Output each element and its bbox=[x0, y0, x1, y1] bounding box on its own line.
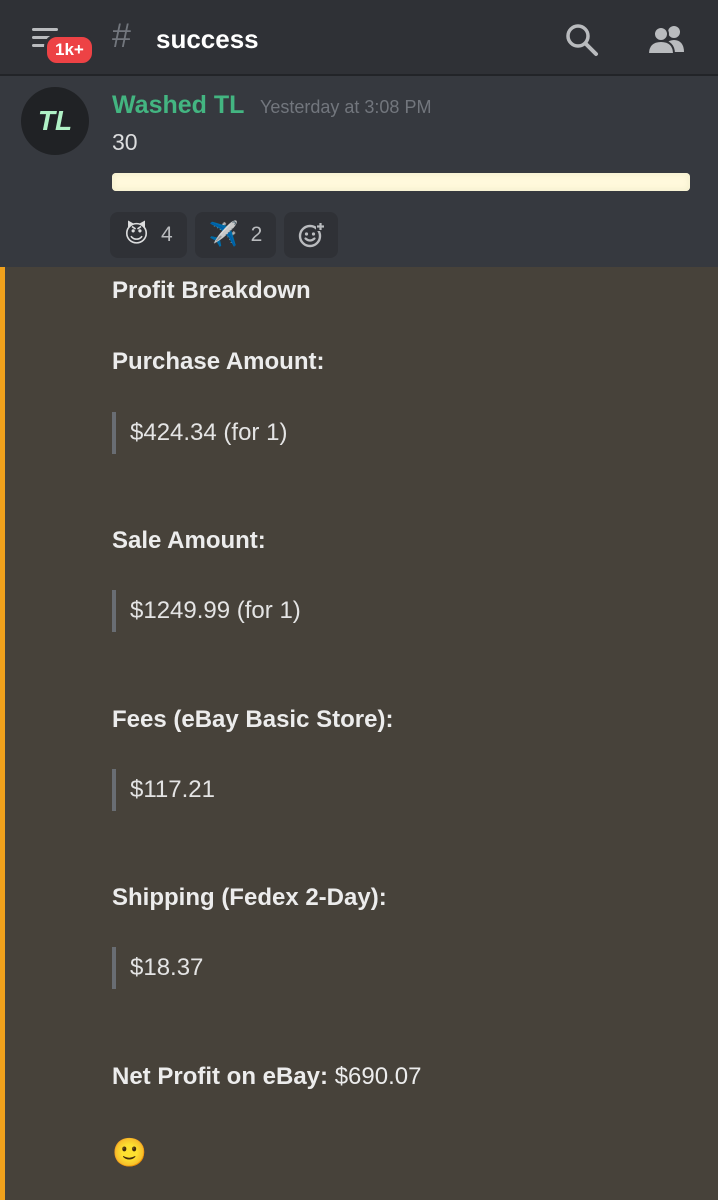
reactions-row: 😈 4 ✈️ 2 bbox=[110, 212, 339, 258]
field-label-fees: Fees (eBay Basic Store): bbox=[112, 706, 394, 733]
author-name[interactable]: Washed TL bbox=[112, 90, 244, 120]
message-text: 30 bbox=[112, 129, 138, 155]
channel-name: success bbox=[156, 24, 259, 54]
redacted-link bbox=[112, 173, 690, 191]
embed-accent-bar bbox=[0, 267, 5, 1200]
embed-title: Profit Breakdown bbox=[112, 277, 311, 304]
smile-emoji-icon: 🙂 bbox=[112, 1137, 147, 1168]
search-icon[interactable] bbox=[562, 20, 602, 60]
field-value-fees: $117.21 bbox=[112, 769, 215, 811]
field-value-sale: $1249.99 (for 1) bbox=[112, 590, 301, 632]
field-label-sale: Sale Amount: bbox=[112, 527, 266, 554]
message-timestamp: Yesterday at 3:08 PM bbox=[260, 97, 432, 117]
devil-emoji-icon: 😈 bbox=[124, 221, 150, 248]
channel-hash-icon: # bbox=[112, 17, 131, 55]
add-reaction-icon[interactable] bbox=[284, 212, 339, 258]
reaction-devil[interactable]: 😈 4 bbox=[110, 212, 187, 258]
field-label-shipping: Shipping (Fedex 2-Day): bbox=[112, 884, 387, 911]
field-value-shipping: $18.37 bbox=[112, 947, 203, 989]
hamburger-menu-icon[interactable]: 1k+ bbox=[26, 22, 95, 66]
reaction-airplane[interactable]: ✈️ 2 bbox=[194, 212, 277, 258]
channel-header: 1k+ # success bbox=[0, 0, 718, 76]
airplane-emoji-icon: ✈️ bbox=[208, 221, 239, 248]
members-icon[interactable] bbox=[644, 20, 690, 60]
field-label-purchase: Purchase Amount: bbox=[112, 348, 325, 375]
field-value-purchase: $424.34 (for 1) bbox=[112, 412, 287, 454]
net-profit-label: Net Profit on eBay: bbox=[112, 1063, 329, 1090]
reaction-count: 4 bbox=[161, 223, 173, 246]
net-profit-value: $690.07 bbox=[334, 1063, 422, 1090]
net-profit-line: Net Profit on eBay: $690.07 bbox=[112, 1063, 421, 1091]
notification-badge: 1k+ bbox=[44, 34, 95, 66]
message: TL Washed TL Yesterday at 3:08 PM 30 😈 4… bbox=[0, 76, 718, 267]
avatar[interactable]: TL bbox=[21, 87, 89, 155]
reaction-count: 2 bbox=[250, 223, 263, 246]
